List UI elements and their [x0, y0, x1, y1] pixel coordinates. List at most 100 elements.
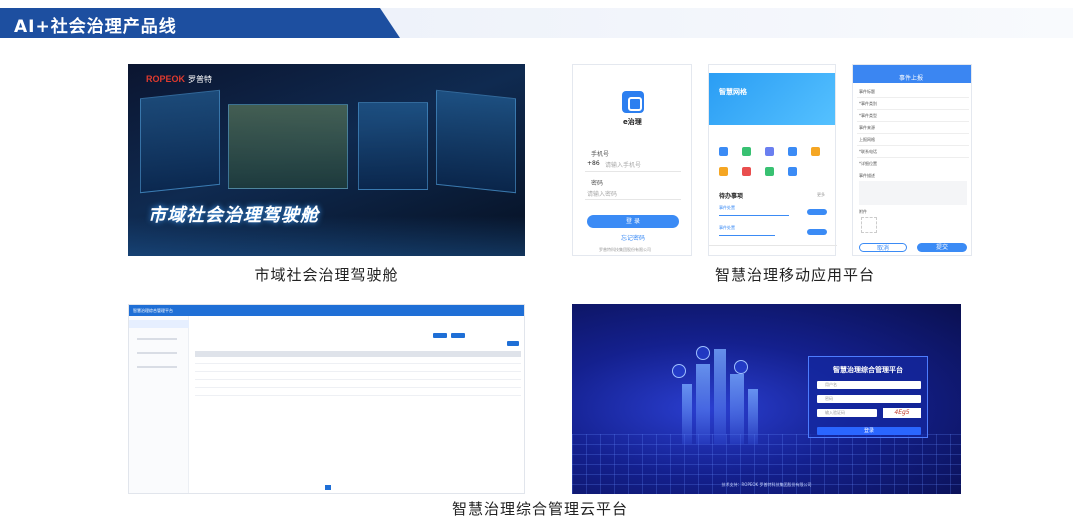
location-bubble	[734, 360, 748, 374]
todo-action-button[interactable]	[807, 209, 827, 215]
feature-icon[interactable]	[788, 147, 797, 156]
login-panel: 智慧治理综合管理平台 用户名 密码 输入验证码 4Eg5 登录	[808, 356, 928, 438]
report-field-divider	[857, 121, 969, 122]
feature-icon[interactable]	[811, 147, 820, 156]
mobile-login-screen: e治理 手机号 +86 请输入手机号 密码 请输入密码 登 录 忘记密码 罗普特…	[572, 64, 692, 256]
report-field-divider	[857, 97, 969, 98]
cockpit-map-panel	[228, 104, 348, 189]
building	[730, 374, 744, 444]
tabbar-divider	[709, 245, 837, 246]
report-field-label: 事件标题	[859, 89, 875, 94]
table-row[interactable]	[195, 363, 521, 364]
cancel-button[interactable]: 取消	[859, 243, 907, 252]
report-field-divider	[857, 157, 969, 158]
admin-sidebar	[129, 316, 189, 493]
section-banner: AI+社会治理产品线	[0, 0, 1073, 42]
building	[682, 384, 692, 444]
app-name: e治理	[623, 118, 642, 126]
cloud-footer: 技术支持：ROPEOK 罗普特科技集团股份有限公司	[721, 482, 812, 487]
todo-progress	[719, 215, 789, 216]
report-field-label: 事件描述	[859, 173, 875, 178]
status-bar	[709, 65, 835, 73]
mobile-caption: 智慧治理移动应用平台	[714, 266, 875, 284]
password-input[interactable]: 密码	[817, 395, 921, 403]
status-bar	[573, 65, 691, 73]
todo-action-button[interactable]	[807, 229, 827, 235]
sidebar-item-active[interactable]	[129, 320, 189, 328]
hero-title: 智慧网格	[719, 88, 747, 96]
sidebar-item[interactable]	[137, 338, 177, 340]
admin-app-title: 智慧治理综合管理平台	[133, 308, 173, 313]
table-row[interactable]	[195, 395, 521, 396]
sidebar-item[interactable]	[137, 352, 177, 354]
feature-icon[interactable]	[742, 167, 751, 176]
report-field-label: 事件来源	[859, 125, 875, 130]
login-button[interactable]: 登 录	[587, 215, 679, 228]
password-divider	[585, 199, 681, 200]
login-button[interactable]: 登录	[817, 427, 921, 435]
pagination-current[interactable]	[325, 485, 331, 490]
home-hero-banner: 智慧网格	[709, 73, 835, 125]
todo-progress	[719, 235, 775, 236]
description-textarea[interactable]	[859, 181, 967, 205]
report-field-label: 上报网格	[859, 137, 875, 142]
feature-icon[interactable]	[719, 147, 728, 156]
todo-more-link[interactable]: 更多	[817, 192, 825, 198]
location-bubble	[696, 346, 710, 360]
cloud-caption: 智慧治理综合管理云平台	[451, 500, 628, 518]
table-row[interactable]	[195, 387, 521, 388]
report-field-divider	[857, 133, 969, 134]
building	[714, 349, 726, 444]
captcha-input[interactable]: 输入验证码	[817, 409, 877, 417]
cockpit-brand-name: 罗普特	[188, 75, 212, 84]
app-logo-icon	[622, 91, 644, 113]
captcha-image[interactable]: 4Eg5	[883, 408, 921, 418]
location-bubble	[672, 364, 686, 378]
search-button[interactable]	[433, 333, 447, 338]
login-panel-title: 智慧治理综合管理平台	[833, 366, 903, 374]
report-field-divider	[857, 109, 969, 110]
todo-title: 待办事项	[719, 193, 744, 200]
cockpit-panel-center	[358, 102, 428, 190]
report-header: 事件上报	[853, 65, 971, 83]
todo-item-label: 事件处置	[719, 205, 735, 210]
password-label: 密码	[591, 180, 604, 187]
feature-icon[interactable]	[719, 167, 728, 176]
country-code[interactable]: +86	[587, 160, 600, 167]
table-row[interactable]	[195, 379, 521, 380]
cockpit-screenshot: ROPEOK 罗普特 市域社会治理驾驶舱	[128, 64, 525, 256]
cloud-platform-screenshot: 智慧治理综合管理平台 用户名 密码 输入验证码 4Eg5 登录 技术支持：ROP…	[572, 304, 961, 494]
phone-divider	[585, 171, 681, 172]
phone-label: 手机号	[591, 151, 610, 158]
cockpit-caption: 市域社会治理驾驶舱	[254, 266, 399, 284]
section-title: AI+社会治理产品线	[14, 17, 177, 37]
report-field-label: *事件类型	[859, 113, 877, 118]
report-field-label: *联系电话	[859, 149, 877, 154]
reset-button[interactable]	[451, 333, 465, 338]
sidebar-item[interactable]	[137, 366, 177, 368]
login-footer: 罗普特科技集团股份有限公司	[599, 247, 651, 252]
cockpit-title: 市域社会治理驾驶舱	[148, 205, 319, 226]
username-input[interactable]: 用户名	[817, 381, 921, 389]
forgot-password-link[interactable]: 忘记密码	[621, 233, 645, 242]
cockpit-panel-right	[436, 89, 516, 194]
table-row[interactable]	[195, 371, 521, 372]
mobile-report-screen: 事件上报 事件标题 *事件类别 *事件类型 事件来源 上报网格 *联系电话 *详…	[852, 64, 972, 256]
report-field-label: 附件	[859, 209, 867, 214]
feature-icon[interactable]	[788, 167, 797, 176]
phone-input[interactable]: 请输入手机号	[605, 160, 641, 169]
submit-button[interactable]: 提交	[917, 243, 967, 252]
admin-top-nav: 智慧治理综合管理平台	[129, 305, 524, 316]
building	[696, 364, 710, 444]
feature-icon[interactable]	[765, 167, 774, 176]
report-field-label: *事件类别	[859, 101, 877, 106]
add-button[interactable]	[507, 341, 519, 346]
feature-icon[interactable]	[742, 147, 751, 156]
feature-icon[interactable]	[765, 147, 774, 156]
admin-platform-screenshot: 智慧治理综合管理平台	[128, 304, 525, 494]
report-field-divider	[857, 145, 969, 146]
cockpit-brand-logo: ROPEOK	[146, 74, 186, 84]
password-input[interactable]: 请输入密码	[587, 189, 617, 198]
todo-item-label: 事件处置	[719, 225, 735, 230]
attachment-add-button[interactable]	[861, 217, 877, 233]
